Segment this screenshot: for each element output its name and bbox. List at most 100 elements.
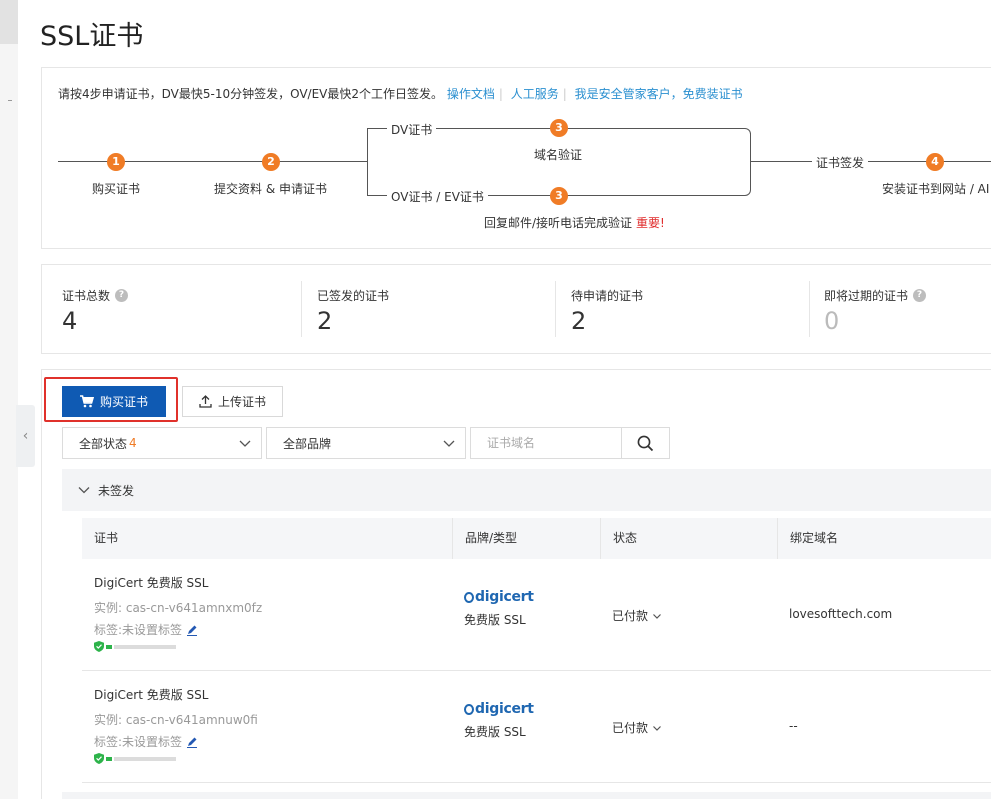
- step-3-ovev-text: 回复邮件/接听电话完成验证: [484, 216, 633, 230]
- status-filter-label: 全部状态: [79, 436, 128, 451]
- docs-link[interactable]: 操作文档: [447, 87, 495, 101]
- process-line: [58, 161, 367, 162]
- cart-icon: [79, 395, 94, 408]
- brand-cell: digicert 免费版 SSL: [464, 589, 534, 627]
- instance-id: 实例: cas-cn-v641amnxm0fz: [94, 601, 263, 615]
- security-level-indicator: [94, 641, 176, 652]
- status-filter-count: 4: [129, 436, 137, 450]
- step-3-ovev-dot: 3: [550, 187, 568, 205]
- status-dropdown[interactable]: 已付款: [612, 607, 662, 624]
- bound-domain: --: [789, 719, 798, 733]
- support-link[interactable]: 人工服务: [511, 87, 559, 101]
- tag-info: 标签:未设置标签: [94, 733, 198, 750]
- dv-track-label: DV证书: [387, 121, 437, 138]
- stat-issued: 已签发的证书 2: [301, 265, 555, 353]
- column-header-certificate: 证书: [82, 518, 453, 559]
- digicert-logo: digicert: [464, 701, 534, 717]
- step-2-label: 提交资料 & 申请证书: [214, 182, 327, 196]
- edit-icon[interactable]: [186, 624, 198, 636]
- stat-value: 4: [62, 307, 78, 335]
- security-level-indicator: [94, 753, 176, 764]
- brand-cell: digicert 免费版 SSL: [464, 701, 534, 739]
- tag-info: 标签:未设置标签: [94, 621, 198, 638]
- step-1-dot: 1: [107, 153, 125, 171]
- status-text: 已付款: [612, 721, 649, 735]
- next-group-header: [62, 792, 991, 799]
- ovev-track-label: OV证书 / EV证书: [387, 188, 488, 205]
- step-1-label: 购买证书: [92, 182, 141, 196]
- table-row: DigiCert 免费版 SSL 实例: cas-cn-v641amnxm0fz…: [82, 559, 991, 671]
- stat-label: 即将过期的证书: [824, 289, 909, 303]
- buy-label: 购买证书: [99, 395, 148, 409]
- important-badge: 重要!: [636, 216, 665, 230]
- step-3-ovev-label: 回复邮件/接听电话完成验证 重要!: [484, 214, 665, 231]
- table-header: 证书 品牌/类型 状态 绑定域名: [82, 518, 991, 559]
- unissued-group-header[interactable]: 未签发: [62, 469, 991, 511]
- stat-value: 2: [317, 307, 333, 335]
- process-intro: 请按4步申请证书，DV最快5-10分钟签发，OV/EV最快2个工作日签发。 操作…: [58, 87, 743, 101]
- chevron-down-icon: [653, 613, 661, 619]
- sidebar-marker: [8, 100, 12, 101]
- brand-filter-label: 全部品牌: [283, 436, 332, 451]
- upload-icon: [199, 395, 212, 408]
- page-title: SSL证书: [40, 21, 144, 52]
- domain-search-input[interactable]: [470, 427, 622, 459]
- free-install-link[interactable]: 我是安全管家客户，免费装证书: [575, 87, 743, 101]
- tag-text: 标签:未设置标签: [94, 623, 183, 637]
- chevron-down-icon: [653, 725, 661, 731]
- instance-id: 实例: cas-cn-v641amnuw0fi: [94, 713, 258, 727]
- stat-value: 0: [824, 307, 840, 335]
- left-sidebar-strip: [0, 0, 18, 799]
- stat-label: 待申请的证书: [571, 289, 644, 303]
- brand-filter-select[interactable]: 全部品牌: [266, 427, 466, 459]
- digicert-logo: digicert: [464, 589, 534, 605]
- stat-label: 已签发的证书: [317, 289, 390, 303]
- step-2-dot: 2: [262, 153, 280, 171]
- shield-check-icon: [94, 641, 104, 652]
- table-row: DigiCert 免费版 SSL 实例: cas-cn-v641amnuw0fi…: [82, 671, 991, 783]
- issue-label: 证书签发: [812, 154, 869, 171]
- stat-expiring: 即将过期的证书? 0: [809, 265, 991, 353]
- edit-icon[interactable]: [186, 736, 198, 748]
- shield-check-icon: [94, 753, 104, 764]
- chevron-down-icon: [239, 440, 251, 447]
- application-process-panel: 请按4步申请证书，DV最快5-10分钟签发，OV/EV最快2个工作日签发。 操作…: [41, 67, 991, 249]
- certificate-type: 免费版 SSL: [464, 725, 526, 739]
- step-4-dot: 4: [926, 153, 944, 171]
- status-filter-select[interactable]: 全部状态 4: [62, 427, 262, 459]
- step-3-dv-label: 域名验证: [534, 148, 583, 162]
- column-header-status: 状态: [601, 518, 778, 559]
- buy-certificate-button[interactable]: 购买证书: [62, 386, 166, 417]
- help-icon[interactable]: ?: [115, 289, 129, 302]
- collapse-sidebar-button[interactable]: ‹: [16, 405, 35, 467]
- step-4-label: 安装证书到网站 / AI: [882, 182, 990, 196]
- column-header-brand: 品牌/类型: [453, 518, 601, 559]
- status-text: 已付款: [612, 609, 649, 623]
- upload-certificate-button[interactable]: 上传证书: [182, 386, 283, 417]
- stat-pending: 待申请的证书 2: [555, 265, 809, 353]
- search-icon: [637, 435, 654, 451]
- stat-total: 证书总数? 4: [42, 265, 301, 353]
- process-line-right: [751, 161, 991, 162]
- stat-value: 2: [571, 307, 587, 335]
- chevron-down-icon: [78, 487, 90, 494]
- intro-text: 请按4步申请证书，DV最快5-10分钟签发，OV/EV最快2个工作日签发。: [58, 87, 444, 101]
- help-icon[interactable]: ?: [913, 289, 927, 302]
- tag-text: 标签:未设置标签: [94, 735, 183, 749]
- certificate-table: 证书 品牌/类型 状态 绑定域名 DigiCert 免费版 SSL 实例: ca…: [82, 518, 991, 783]
- chevron-down-icon: [443, 440, 455, 447]
- sidebar-top-block: [0, 0, 18, 44]
- stat-label: 证书总数: [62, 289, 111, 303]
- search-button[interactable]: [621, 427, 670, 459]
- bound-domain: lovesofttech.com: [789, 607, 893, 621]
- chevron-left-icon: ‹: [22, 428, 29, 444]
- upload-label: 上传证书: [217, 395, 266, 409]
- certificate-name[interactable]: DigiCert 免费版 SSL: [94, 574, 208, 591]
- stats-panel: 证书总数? 4 已签发的证书 2 待申请的证书 2 即将过期的证书? 0: [41, 264, 991, 354]
- group-label: 未签发: [98, 483, 135, 498]
- certificate-name[interactable]: DigiCert 免费版 SSL: [94, 686, 208, 703]
- step-3-dv-dot: 3: [550, 119, 568, 137]
- certificate-type: 免费版 SSL: [464, 613, 526, 627]
- column-header-domain: 绑定域名: [790, 531, 839, 545]
- status-dropdown[interactable]: 已付款: [612, 719, 662, 736]
